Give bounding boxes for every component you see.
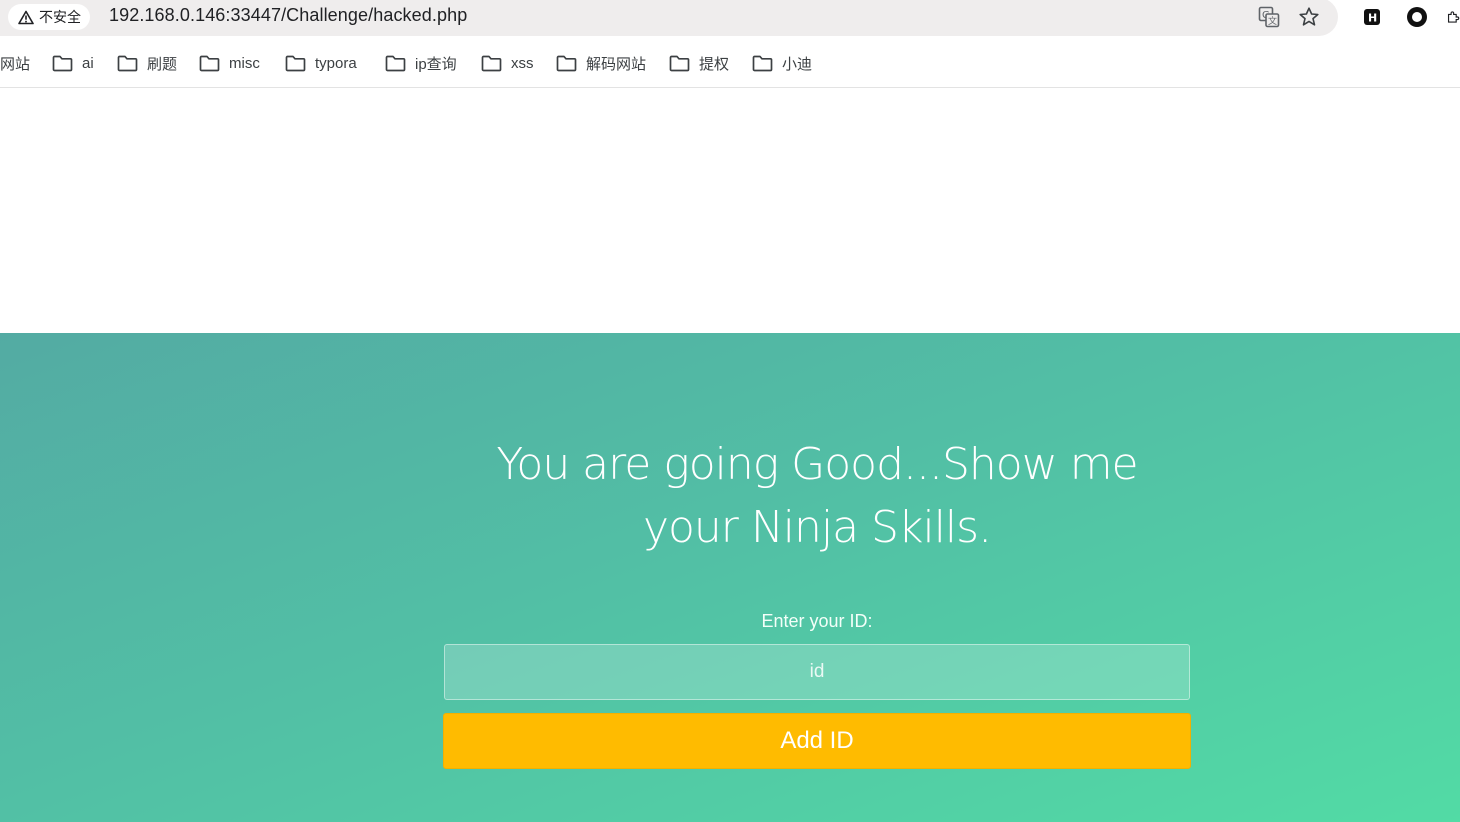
bookmark-folder-misc[interactable]: misc [199, 52, 260, 74]
warning-triangle-icon [18, 10, 34, 25]
address-bar[interactable]: 不安全 192.168.0.146:33447/Challenge/hacked… [0, 0, 1338, 36]
bookmark-label: 刷题 [147, 55, 178, 73]
id-input[interactable] [444, 644, 1190, 700]
bookmark-folder-typora[interactable]: typora [285, 52, 357, 74]
bookmark-website[interactable]: 网站 [0, 52, 30, 74]
bookmark-label: 网站 [0, 55, 31, 73]
bookmark-folder-privesc[interactable]: 提权 [669, 52, 729, 74]
bookmark-folder-ip-lookup[interactable]: ip查询 [385, 52, 457, 74]
bookmark-label: misc [229, 54, 260, 72]
browser-toolbar: 不安全 192.168.0.146:33447/Challenge/hacked… [0, 0, 1460, 38]
add-id-button[interactable]: Add ID [443, 713, 1191, 769]
folder-icon [385, 55, 406, 72]
folder-icon [285, 55, 306, 72]
extension-puzzle-icon[interactable] [1446, 4, 1460, 30]
bookmark-folder-xiaodi[interactable]: 小迪 [752, 52, 812, 74]
bookmark-label: 小迪 [782, 55, 813, 73]
svg-text:文: 文 [1268, 15, 1277, 27]
security-indicator[interactable]: 不安全 [8, 4, 90, 30]
folder-icon [481, 55, 502, 72]
bookmarks-bar: 网站 ai 刷题 misc typora ip查询 xss 解码网站 提权 小迪 [0, 38, 1460, 88]
hero-section: You are going Good...Show me your Ninja … [0, 333, 1460, 822]
page-header-blank [0, 89, 1460, 333]
folder-icon [199, 55, 220, 72]
folder-icon [752, 55, 773, 72]
folder-icon [52, 55, 73, 72]
bookmark-label: xss [511, 54, 534, 72]
bookmark-star-icon[interactable] [1296, 4, 1322, 30]
id-field-label: Enter your ID: [761, 611, 873, 631]
extension-h-icon[interactable]: H [1359, 4, 1385, 30]
bookmark-label: typora [315, 54, 357, 72]
bookmark-label: 提权 [699, 55, 730, 73]
svg-text:H: H [1368, 12, 1377, 25]
bookmark-folder-decode-sites[interactable]: 解码网站 [556, 52, 646, 74]
translate-icon[interactable]: G文 [1256, 4, 1282, 30]
bookmark-folder-ai[interactable]: ai [52, 52, 94, 74]
bookmark-label: ip查询 [415, 55, 457, 73]
security-label: 不安全 [39, 9, 81, 25]
bookmark-folder-xss[interactable]: xss [481, 52, 534, 74]
bookmark-folder-shuati[interactable]: 刷题 [117, 52, 177, 74]
bookmark-label: ai [82, 54, 94, 72]
url-text[interactable]: 192.168.0.146:33447/Challenge/hacked.php [109, 5, 467, 26]
folder-icon [669, 55, 690, 72]
extension-circle-icon[interactable] [1404, 4, 1430, 30]
folder-icon [117, 55, 138, 72]
bookmark-label: 解码网站 [586, 55, 647, 73]
page-title: You are going Good...Show me your Ninja … [496, 439, 1138, 553]
folder-icon [556, 55, 577, 72]
